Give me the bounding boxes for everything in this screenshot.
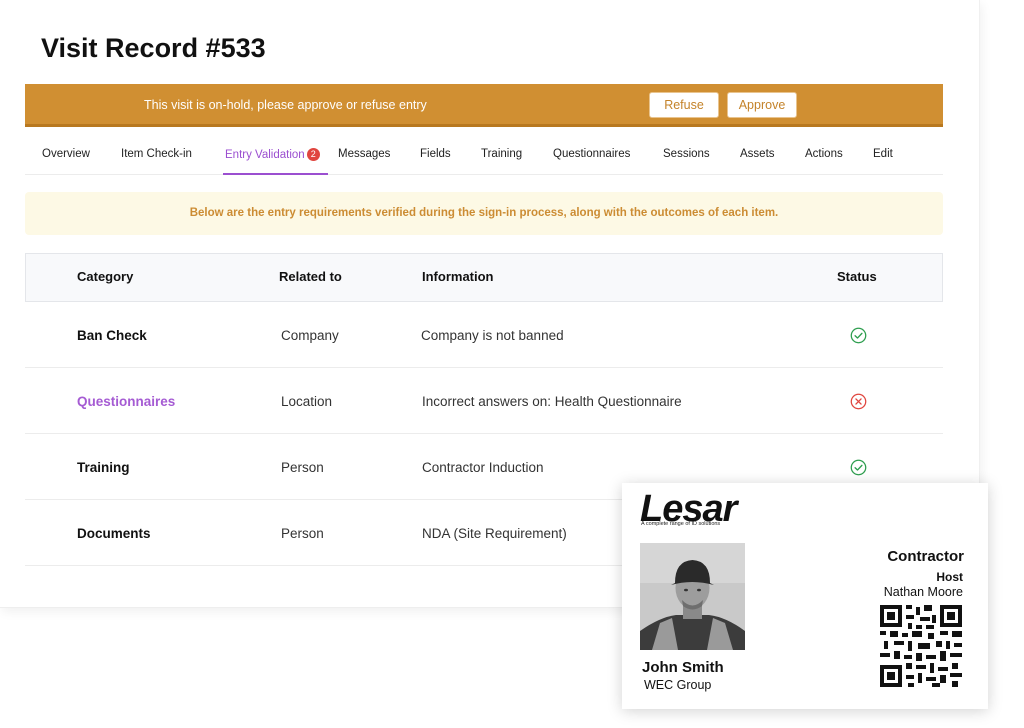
tab-messages[interactable]: Messages bbox=[338, 148, 390, 160]
row-information: Company is not banned bbox=[421, 328, 564, 343]
table-row: Questionnaires Location Incorrect answer… bbox=[25, 368, 943, 434]
row-information: Incorrect answers on: Health Questionnai… bbox=[422, 394, 682, 409]
approve-button[interactable]: Approve bbox=[727, 92, 797, 118]
on-hold-banner: This visit is on-hold, please approve or… bbox=[25, 84, 943, 127]
host-label: Host bbox=[936, 570, 963, 584]
row-related-to: Person bbox=[281, 526, 324, 541]
tab-overview[interactable]: Overview bbox=[42, 148, 90, 160]
refuse-button[interactable]: Refuse bbox=[649, 92, 719, 118]
host-name: Nathan Moore bbox=[883, 585, 963, 599]
qr-code-icon bbox=[880, 605, 962, 687]
tab-entry-validation[interactable]: Entry Validation 2 bbox=[225, 148, 320, 161]
header-related-to: Related to bbox=[279, 269, 342, 284]
tab-actions[interactable]: Actions bbox=[805, 148, 843, 160]
tab-item-check-in[interactable]: Item Check-in bbox=[121, 148, 192, 160]
tab-sessions[interactable]: Sessions bbox=[663, 148, 710, 160]
logo-tagline: A complete range of ID solutions bbox=[641, 521, 721, 527]
tab-assets[interactable]: Assets bbox=[740, 148, 775, 160]
row-category: Training bbox=[77, 460, 130, 475]
table-row: Ban Check Company Company is not banned bbox=[25, 302, 943, 368]
tab-fields[interactable]: Fields bbox=[420, 148, 451, 160]
tab-questionnaires[interactable]: Questionnaires bbox=[553, 148, 630, 160]
tab-entry-validation-label: Entry Validation bbox=[225, 149, 305, 161]
info-note: Below are the entry requirements verifie… bbox=[25, 192, 943, 235]
row-category-link[interactable]: Questionnaires bbox=[77, 394, 175, 409]
row-category: Ban Check bbox=[77, 328, 147, 343]
entry-validation-count-badge: 2 bbox=[306, 148, 320, 161]
row-information: NDA (Site Requirement) bbox=[422, 526, 567, 541]
header-category: Category bbox=[77, 269, 134, 284]
header-status: Status bbox=[837, 269, 877, 284]
tab-training[interactable]: Training bbox=[481, 148, 522, 160]
fail-icon bbox=[850, 393, 867, 410]
pass-icon bbox=[850, 327, 867, 344]
tab-bar: Overview Item Check-in Entry Validation 2… bbox=[25, 137, 943, 175]
page-title: Visit Record #533 bbox=[41, 33, 266, 63]
visitor-name: John Smith bbox=[642, 659, 724, 676]
banner-message: This visit is on-hold, please approve or… bbox=[144, 98, 427, 112]
active-tab-indicator bbox=[223, 173, 328, 175]
visitor-role: Contractor bbox=[887, 548, 964, 565]
pass-icon bbox=[850, 459, 867, 476]
table-header: Category Related to Information Status bbox=[25, 253, 943, 302]
info-note-text: Below are the entry requirements verifie… bbox=[189, 207, 779, 219]
row-category: Documents bbox=[77, 526, 151, 541]
row-related-to: Company bbox=[281, 328, 339, 343]
visitor-badge-card: Lesar A complete range of ID solutions J… bbox=[622, 483, 988, 709]
row-related-to: Location bbox=[281, 394, 333, 409]
visitor-photo bbox=[640, 543, 745, 650]
row-information: Contractor Induction bbox=[422, 460, 544, 475]
tab-edit[interactable]: Edit bbox=[873, 148, 893, 160]
visitor-company: WEC Group bbox=[644, 678, 712, 692]
row-related-to: Person bbox=[281, 460, 324, 475]
header-information: Information bbox=[422, 269, 494, 284]
